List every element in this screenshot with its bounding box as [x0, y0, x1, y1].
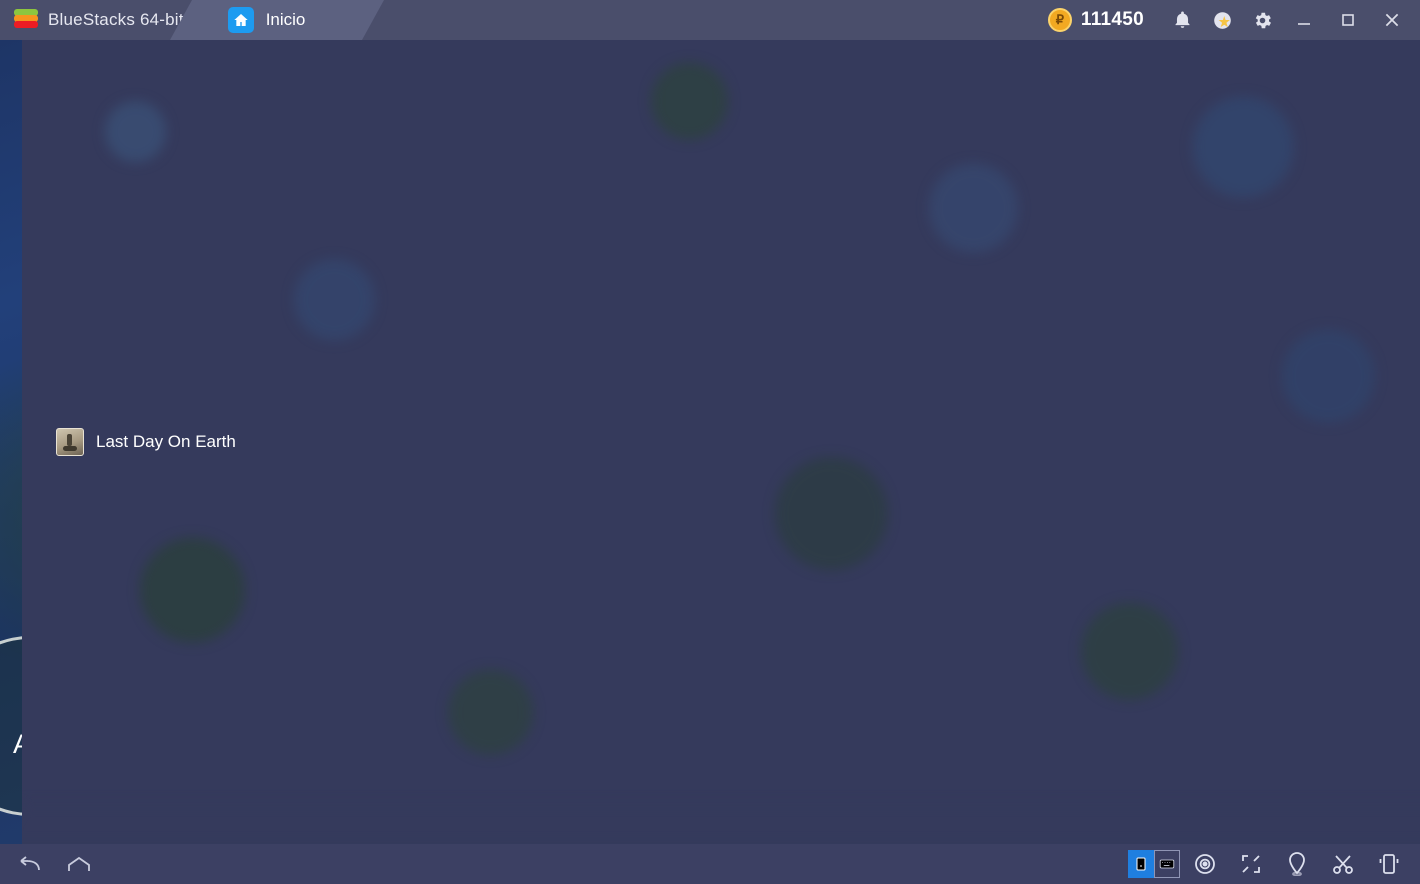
coin-amount: 111450: [1080, 9, 1144, 30]
tab-last-day-on-earth[interactable]: Last Day On Earth: [22, 40, 1420, 844]
coin-balance[interactable]: ₽ 111450: [1047, 8, 1144, 32]
orientation-portrait-toggle[interactable]: [1128, 850, 1154, 878]
android-toolbar: [0, 844, 1420, 884]
shake-device-icon[interactable]: [1368, 846, 1410, 882]
maximize-icon[interactable]: [1326, 0, 1370, 40]
coin-icon: ₽: [1047, 8, 1072, 32]
eye-icon[interactable]: [1184, 846, 1226, 882]
tab-inicio[interactable]: Inicio: [191, 0, 384, 40]
android-nav-buttons: [0, 846, 100, 882]
rotate-portrait-icon[interactable]: [1128, 850, 1180, 878]
fullscreen-icon[interactable]: [1230, 846, 1272, 882]
scissors-icon[interactable]: [1322, 846, 1364, 882]
keyboard-icon[interactable]: [1154, 850, 1180, 878]
bluestacks-window: BlueStacks 64-bit Inicio Last Day On Ear…: [0, 0, 1420, 884]
close-icon[interactable]: [1370, 0, 1414, 40]
titlebar-actions: ₽ 111450: [1047, 0, 1420, 40]
game-thumbnail-icon: [56, 428, 84, 456]
title-bar: BlueStacks 64-bit Inicio Last Day On Ear…: [0, 0, 1420, 844]
back-icon[interactable]: [8, 846, 50, 882]
home-icon: [227, 7, 254, 33]
gear-icon[interactable]: [1242, 0, 1282, 40]
location-pin-icon[interactable]: [1276, 846, 1318, 882]
tab-label-game: Last Day On Earth: [96, 432, 236, 451]
reward-star-icon[interactable]: [1202, 0, 1242, 40]
bell-icon[interactable]: [1162, 0, 1202, 40]
bluestacks-tools: [1128, 846, 1420, 882]
minimize-icon[interactable]: [1282, 0, 1326, 40]
app-title: BlueStacks 64-bit: [48, 10, 184, 29]
tab-label-inicio: Inicio: [265, 10, 306, 29]
bluestacks-logo-icon: [14, 9, 38, 31]
home-icon[interactable]: [58, 846, 100, 882]
